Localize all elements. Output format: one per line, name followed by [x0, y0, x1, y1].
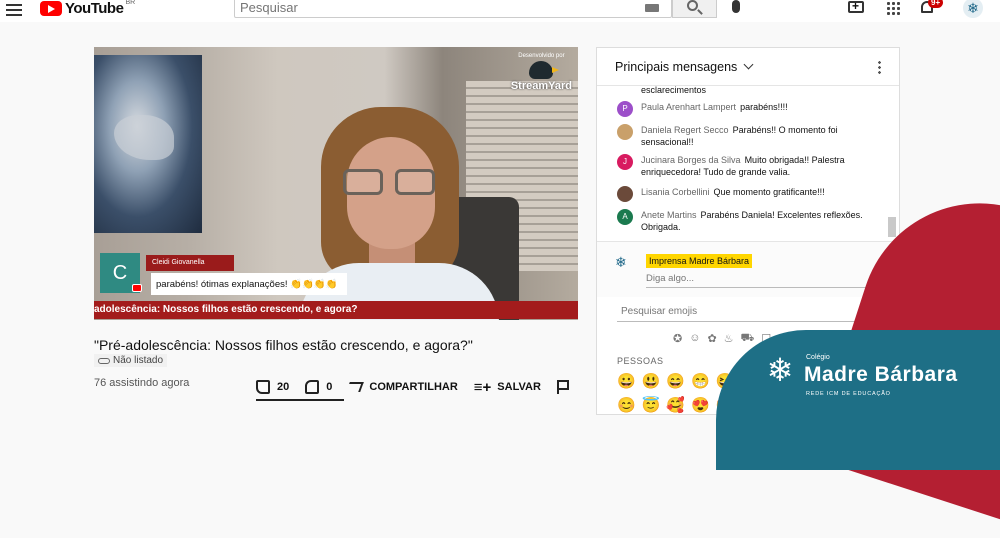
- avatar[interactable]: [617, 186, 633, 202]
- playlist-add-icon: ≡+: [473, 378, 492, 396]
- streamyard-watermark: Desenvolvido por StreamYard: [511, 53, 572, 92]
- avatar[interactable]: J: [617, 154, 633, 170]
- emoji-search-underline: [617, 321, 879, 322]
- search-icon: [687, 0, 698, 11]
- nature-emoji-tab[interactable]: ✿: [707, 332, 716, 346]
- thumbs-down-icon: [305, 380, 320, 394]
- top-bar: YouTube BR 9+ ❄: [0, 0, 1000, 22]
- create-video-icon[interactable]: [848, 0, 864, 13]
- ticker-banner: adolescência: Nossos filhos estão cresce…: [94, 301, 578, 319]
- message-author[interactable]: Jucinara Borges da Silva: [641, 155, 741, 165]
- featured-comment: parabéns! ótimas explanações! 👏👏👏👏: [151, 273, 347, 295]
- chat-message: Lisania Corbellini Que momento gratifican…: [617, 186, 879, 202]
- chat-message: A Anete Martins Parabéns Daniela! Excelen…: [617, 209, 879, 233]
- travel-emoji-tab[interactable]: ⛟: [741, 332, 755, 346]
- emoji-search-input[interactable]: Pesquisar emojis: [621, 306, 875, 317]
- share-button[interactable]: COMPARTILHAR: [346, 381, 458, 393]
- watermark-subtitle: REDE ICM DE EDUCAÇÃO: [806, 391, 891, 397]
- background-painting: [94, 55, 202, 233]
- youtube-mini-icon: [132, 284, 142, 292]
- save-label: SALVAR: [497, 381, 541, 393]
- message-text: parabéns!!!!: [740, 102, 788, 112]
- chevron-down-icon[interactable]: [743, 59, 754, 70]
- save-button[interactable]: ≡+ SALVAR: [474, 379, 541, 396]
- chat-scrollbar[interactable]: [888, 217, 896, 237]
- youtube-play-icon: [40, 0, 62, 16]
- link-icon: [98, 357, 110, 364]
- chat-message: P Paula Arenhart Lampert parabéns!!!!: [617, 101, 879, 117]
- lower-third-avatar: C: [100, 253, 142, 293]
- watermark-small: Colégio: [806, 354, 830, 361]
- avatar[interactable]: P: [617, 101, 633, 117]
- dislike-count: 0: [326, 381, 333, 393]
- logo-text: YouTube: [65, 0, 124, 17]
- chat-message-input[interactable]: Diga algo...: [646, 270, 882, 288]
- video-player[interactable]: Desenvolvido por StreamYard C Cleidi Gio…: [94, 47, 578, 320]
- streamyard-label: StreamYard: [510, 80, 572, 92]
- search-input[interactable]: [235, 0, 635, 15]
- watermark-name: Madre Bárbara: [804, 363, 958, 386]
- notification-badge: 9+: [928, 0, 944, 8]
- share-label: COMPARTILHAR: [369, 381, 458, 393]
- apps-grid-icon[interactable]: [886, 1, 900, 15]
- lower-third-initial: C: [112, 261, 128, 284]
- avatar[interactable]: [617, 124, 633, 140]
- streamyard-duck-icon: [529, 61, 560, 79]
- food-emoji-tab[interactable]: ♨: [724, 332, 734, 346]
- region-label: BR: [125, 0, 136, 6]
- chat-mode-dropdown[interactable]: Principais mensagens: [615, 60, 737, 74]
- chat-message: esclarecimentos: [617, 86, 879, 100]
- chat-message: J Jucinara Borges da Silva Muito obrigada…: [617, 154, 879, 178]
- chat-input-area: ❄ Imprensa Madre Bárbara Diga algo...: [597, 241, 899, 297]
- chat-messages[interactable]: esclarecimentos P Paula Arenhart Lampert…: [597, 86, 889, 241]
- action-bar: 20 0 COMPARTILHAR ≡+ SALVAR: [256, 373, 583, 401]
- microphone-icon[interactable]: [732, 0, 740, 13]
- like-button[interactable]: 20: [256, 380, 289, 394]
- user-avatar: ❄: [615, 254, 627, 270]
- message-text: Que momento gratificante!!!: [713, 187, 825, 197]
- keyboard-icon[interactable]: [645, 4, 659, 12]
- more-options-icon[interactable]: [878, 60, 881, 74]
- like-count: 20: [277, 381, 290, 393]
- report-button[interactable]: [556, 380, 569, 394]
- like-ratio-bar: [256, 399, 344, 401]
- dislike-button[interactable]: 0: [305, 380, 332, 394]
- thumbs-up-icon: [256, 380, 270, 394]
- flag-icon: [556, 380, 569, 394]
- account-avatar[interactable]: ❄: [963, 0, 983, 18]
- watermark-teal-shape: [716, 330, 1000, 470]
- visibility-badge: Não listado: [94, 354, 168, 367]
- people-emoji-tab[interactable]: ☺: [689, 332, 700, 346]
- message-author[interactable]: Paula Arenhart Lampert: [641, 102, 736, 112]
- emoji-section-label: PESSOAS: [617, 356, 664, 366]
- menu-icon[interactable]: [6, 1, 22, 16]
- chat-message: Daniela Regert Secco Parabéns!! O momento…: [617, 124, 879, 148]
- input-author-name: Imprensa Madre Bárbara: [646, 254, 753, 268]
- search-box[interactable]: [234, 0, 672, 18]
- viewer-count: 76 assistindo agora: [94, 377, 190, 389]
- message-author[interactable]: Anete Martins: [641, 210, 697, 220]
- search-button[interactable]: [672, 0, 717, 18]
- avatar[interactable]: A: [617, 209, 633, 225]
- video-title: "Pré-adolescência: Nossos filhos estão c…: [94, 337, 473, 353]
- chat-header: Principais mensagens: [597, 48, 899, 86]
- message-author[interactable]: Daniela Regert Secco: [641, 125, 729, 135]
- school-logo-icon: ❄: [766, 352, 794, 388]
- avatar: [617, 86, 633, 100]
- message-author[interactable]: Lisania Corbellini: [641, 187, 710, 197]
- youtube-logo[interactable]: YouTube BR: [40, 0, 136, 17]
- streamyard-caption: Desenvolvido por: [518, 53, 565, 59]
- visibility-label: Não listado: [113, 355, 164, 366]
- recent-emoji-tab[interactable]: ✪: [673, 332, 682, 346]
- share-icon: [346, 382, 365, 392]
- message-text: esclarecimentos: [641, 86, 707, 95]
- lower-third-name: Cleidi Giovanella: [146, 255, 234, 271]
